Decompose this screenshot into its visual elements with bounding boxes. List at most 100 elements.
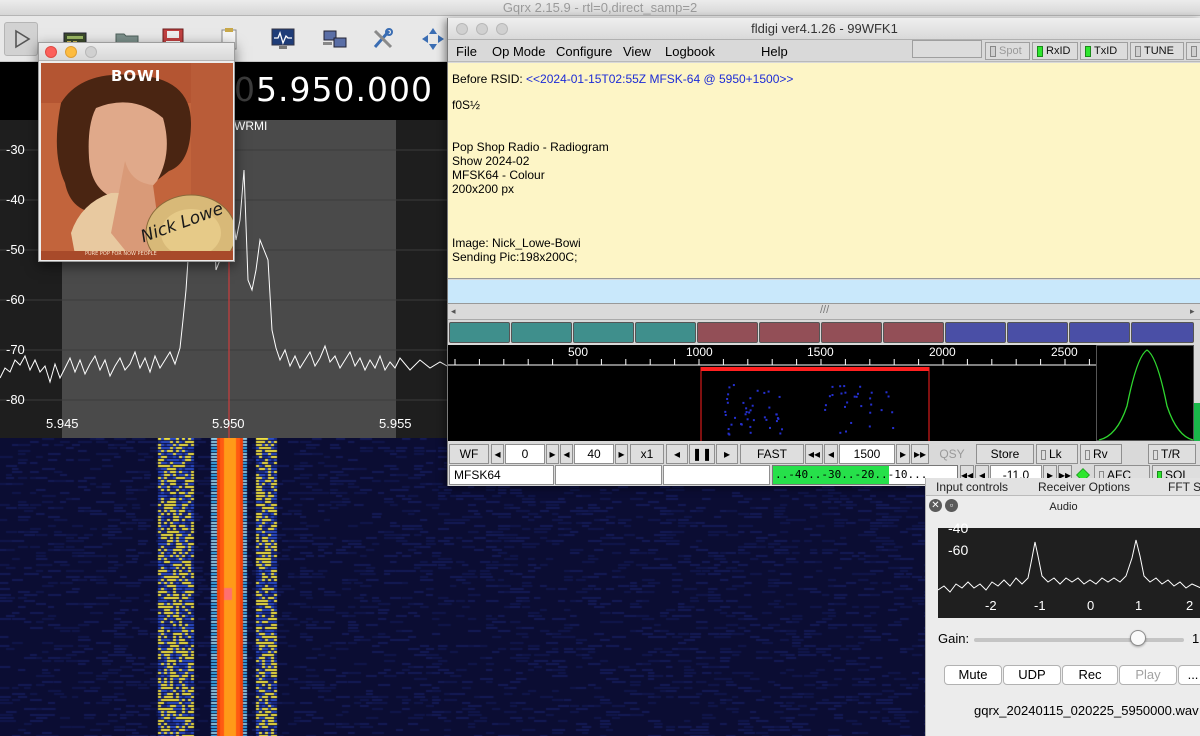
pane-divider[interactable]: ◂ /// ▸ — [448, 304, 1200, 320]
blank-field — [912, 40, 982, 58]
tune-label: TUNE — [1144, 45, 1174, 57]
zoom-button[interactable]: x1 — [630, 444, 664, 464]
macro-button[interactable] — [821, 322, 882, 343]
gain-slider-track[interactable] — [974, 638, 1184, 642]
desktop: Gqrx 2.15.9 - rtl=0,direct_samp=2 05.950… — [0, 0, 1200, 736]
spot-toggle[interactable]: Spot — [985, 42, 1030, 60]
lower-increment-button[interactable]: ▸ — [546, 444, 559, 464]
x-tick-label: 5.955 — [379, 416, 412, 431]
image-window[interactable]: BOWI Nick Lowe PURE POP FOR NOW PEOPLE — [38, 42, 235, 262]
network-icon[interactable] — [318, 22, 352, 56]
store-button[interactable]: Store — [976, 444, 1034, 464]
album-footer: PURE POP FOR NOW PEOPLE — [85, 251, 157, 257]
macro-button[interactable] — [449, 322, 510, 343]
macro-button[interactable] — [1007, 322, 1068, 343]
macro-button[interactable] — [945, 322, 1006, 343]
menu-logbook[interactable]: Logbook — [665, 44, 715, 59]
tune-toggle[interactable]: TUNE — [1130, 42, 1184, 60]
txid-toggle[interactable]: TxID — [1080, 42, 1128, 60]
macro-button[interactable] — [697, 322, 758, 343]
gain-slider-handle[interactable] — [1129, 630, 1146, 646]
signal-bandwidth-marker[interactable] — [701, 367, 929, 371]
y-tick-label: -30 — [6, 142, 25, 157]
fldigi-window[interactable]: fldigi ver4.1.26 - 99WFK1 File Op Mode C… — [447, 18, 1200, 486]
speed-button[interactable]: FAST — [740, 444, 804, 464]
carrier-decrement-button[interactable]: ◂ — [824, 444, 838, 464]
tx-text-pane[interactable] — [448, 280, 1200, 304]
macro-button[interactable] — [1069, 322, 1130, 343]
spot-led — [990, 45, 996, 57]
macro-button[interactable] — [759, 322, 820, 343]
move-icon[interactable] — [416, 22, 450, 56]
fldigi-waterfall[interactable] — [448, 366, 1096, 441]
fldigi-title-bar[interactable]: fldigi ver4.1.26 - 99WFK1 — [448, 18, 1200, 40]
zoom-icon[interactable] — [85, 46, 97, 58]
wf-mode-button[interactable]: WF — [449, 444, 489, 464]
range-field[interactable]: 40 — [574, 444, 614, 464]
fast-rewind-icon[interactable]: ◂◂ — [805, 444, 823, 464]
x-tick-label: 5.950 — [212, 416, 245, 431]
rx-text-pane[interactable]: Before RSID: <<2024-01-15T02:55Z MFSK-64… — [448, 63, 1200, 279]
mode-indicator[interactable]: MFSK64 — [449, 465, 554, 485]
macro-button[interactable] — [635, 322, 696, 343]
lower-level-field[interactable]: 0 — [505, 444, 545, 464]
range-increment-button[interactable]: ▸ — [615, 444, 628, 464]
lock-toggle[interactable]: Lk — [1036, 444, 1078, 464]
scroll-right-icon[interactable]: ▸ — [1190, 306, 1195, 317]
close-icon[interactable] — [456, 23, 468, 35]
menu-file[interactable]: File — [456, 44, 477, 59]
play-icon[interactable] — [4, 22, 38, 56]
audio-options-button[interactable]: ... — [1178, 665, 1200, 685]
image-window-title-bar[interactable] — [39, 43, 234, 61]
frequency-prefix: 0 — [234, 70, 256, 109]
reverse-toggle[interactable]: Rv — [1080, 444, 1122, 464]
tools-icon[interactable] — [366, 22, 400, 56]
carrier-frequency-field[interactable]: 1500 — [839, 444, 895, 464]
lower-decrement-button[interactable]: ◂ — [491, 444, 504, 464]
macro-button[interactable] — [511, 322, 572, 343]
macro-bar — [448, 322, 1200, 344]
range-decrement-button[interactable]: ◂ — [560, 444, 573, 464]
fft-x-tick: -1 — [1034, 598, 1046, 613]
step-right-icon[interactable]: ▸ — [716, 444, 738, 464]
udp-button[interactable]: UDP — [1003, 665, 1061, 685]
rxid-toggle[interactable]: RxID — [1032, 42, 1078, 60]
menu-op-mode[interactable]: Op Mode — [492, 44, 545, 59]
menu-configure[interactable]: Configure — [556, 44, 612, 59]
qsy-button[interactable]: QSY — [931, 444, 973, 464]
menu-help[interactable]: Help — [761, 44, 788, 59]
reverse-label: Rv — [1093, 447, 1108, 461]
frequency-readout[interactable]: 05.950.000 — [234, 70, 433, 109]
frequency-scale[interactable]: 500 1000 1500 2000 2500 — [448, 345, 1096, 366]
macro-button[interactable] — [883, 322, 944, 343]
macro-button[interactable] — [573, 322, 634, 343]
fast-forward-icon[interactable]: ▸▸ — [911, 444, 929, 464]
macro-button[interactable] — [1131, 322, 1194, 343]
y-tick-label: -70 — [6, 342, 25, 357]
overflow-toggle[interactable] — [1186, 42, 1200, 60]
fft-y-tick: -60 — [948, 542, 969, 558]
menu-view[interactable]: View — [623, 44, 651, 59]
fft-y-tick: -40 — [948, 520, 969, 536]
close-icon[interactable] — [45, 46, 57, 58]
minimize-icon[interactable] — [65, 46, 77, 58]
y-tick-label: -40 — [6, 192, 25, 207]
rxid-label: RxID — [1046, 45, 1071, 57]
audio-fft-plot: -40 -60 -2 -1 0 1 2 — [938, 520, 1200, 618]
play-button[interactable]: Play — [1119, 665, 1177, 685]
tab-receiver-options[interactable]: Receiver Options — [1038, 480, 1130, 494]
scroll-left-icon[interactable]: ◂ — [451, 306, 456, 317]
album-art — [41, 63, 233, 260]
tab-fft-settings[interactable]: FFT Se — [1168, 480, 1200, 494]
tr-toggle[interactable]: T/R — [1148, 444, 1196, 464]
step-left-icon[interactable]: ◂ — [666, 444, 688, 464]
carrier-increment-button[interactable]: ▸ — [896, 444, 910, 464]
drag-handle-icon[interactable]: /// — [820, 304, 829, 316]
minimize-icon[interactable] — [476, 23, 488, 35]
monitor-icon[interactable] — [266, 22, 300, 56]
tab-input-controls[interactable]: Input controls — [936, 480, 1008, 494]
pause-icon[interactable]: ❚❚ — [689, 444, 715, 464]
record-button[interactable]: Rec — [1062, 665, 1118, 685]
zoom-icon[interactable] — [496, 23, 508, 35]
mute-button[interactable]: Mute — [944, 665, 1002, 685]
